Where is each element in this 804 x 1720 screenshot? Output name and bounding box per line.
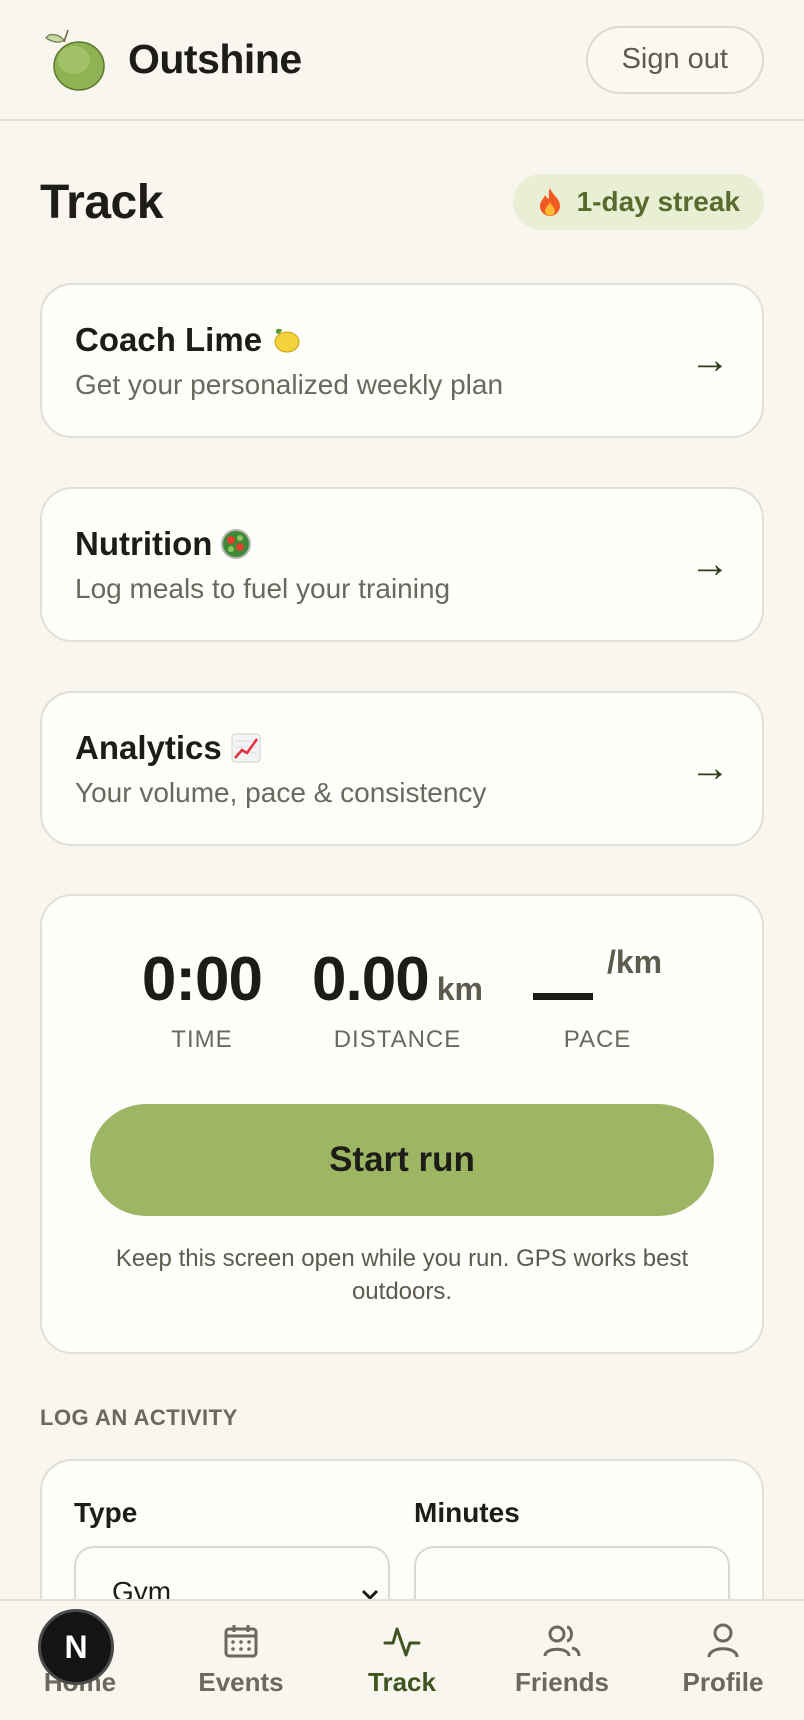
run-tracker-panel: 0:00 TIME 0.00 km DISTANCE /km PACE Star… [40,894,764,1354]
card-title: Coach Lime [75,321,503,359]
bottom-navigation: Home Events Track [0,1599,804,1720]
card-title-text: Analytics [75,728,222,766]
nav-profile[interactable]: Profile [648,1621,798,1698]
lime-fruit-icon [45,29,105,91]
lemon-emoji-icon [274,328,300,352]
distance-unit: km [436,971,483,1007]
track-page: Outshine Sign out Track 1-day streak Coa… [0,0,804,1720]
pace-stat: /km PACE [532,944,663,1054]
activity-pulse-icon [383,1627,421,1657]
sign-out-button[interactable]: Sign out [585,25,764,94]
salad-emoji-icon [221,528,252,559]
nutrition-card[interactable]: Nutrition Log meals to fuel your trainin… [40,487,764,642]
streak-badge: 1-day streak [512,174,764,230]
nav-track[interactable]: Track [327,1621,477,1698]
nav-friends[interactable]: Friends [487,1621,637,1698]
nav-label: Track [368,1667,436,1697]
arrow-right-icon: → [690,746,730,790]
card-subtitle: Log meals to fuel your training [75,572,451,604]
title-row: Track 1-day streak [40,172,764,232]
run-stats: 0:00 TIME 0.00 km DISTANCE /km PACE [42,944,762,1054]
nav-events[interactable]: Events [166,1621,316,1698]
app-name: Outshine [128,36,302,82]
arrow-right-icon: → [690,542,730,586]
type-label: Type [74,1497,138,1528]
user-icon [707,1623,739,1658]
gps-hint: Keep this screen open while you run. GPS… [115,1245,689,1305]
nav-label: Friends [515,1667,609,1697]
flame-icon [539,188,560,216]
distance-stat: 0.00 km DISTANCE [312,944,483,1054]
start-run-button[interactable]: Start run [90,1104,714,1216]
card-title: Analytics [75,729,486,767]
card-text: Analytics Your volume, pace & consistenc… [75,729,486,809]
card-text: Nutrition Log meals to fuel your trainin… [75,525,450,605]
arrow-right-icon: → [690,338,730,382]
app-header: Outshine Sign out [0,0,804,121]
calendar-icon [224,1625,258,1658]
nav-label: Events [198,1667,284,1697]
log-activity-heading: LOG AN ACTIVITY [40,1405,238,1430]
analytics-card[interactable]: Analytics Your volume, pace & consistenc… [40,691,764,846]
time-stat: 0:00 TIME [141,944,263,1054]
card-title-text: Nutrition [75,524,213,562]
streak-label: 1-day streak [576,186,740,217]
time-value: 0:00 [141,945,263,1014]
card-title: Nutrition [75,525,450,563]
pace-empty-dash [532,993,593,1000]
nav-label: Profile [682,1667,764,1697]
card-text: Coach Lime Get your personalized weekly … [75,321,503,401]
card-title-text: Coach Lime [75,320,263,358]
time-label: TIME [171,1026,233,1053]
minutes-label: Minutes [414,1497,520,1528]
coach-lime-card[interactable]: Coach Lime Get your personalized weekly … [40,283,764,438]
page-title: Track [40,175,163,229]
users-icon [543,1625,581,1657]
card-subtitle: Get your personalized weekly plan [75,368,504,400]
distance-label: DISTANCE [333,1026,462,1053]
pace-label: PACE [563,1026,632,1053]
card-subtitle: Your volume, pace & consistency [75,776,487,808]
dev-tools-badge[interactable]: N [38,1609,114,1685]
chart-up-emoji-icon [231,733,261,762]
brand[interactable]: Outshine [42,26,302,94]
distance-value: 0.00 [312,945,430,1014]
pace-unit: /km [606,944,663,980]
